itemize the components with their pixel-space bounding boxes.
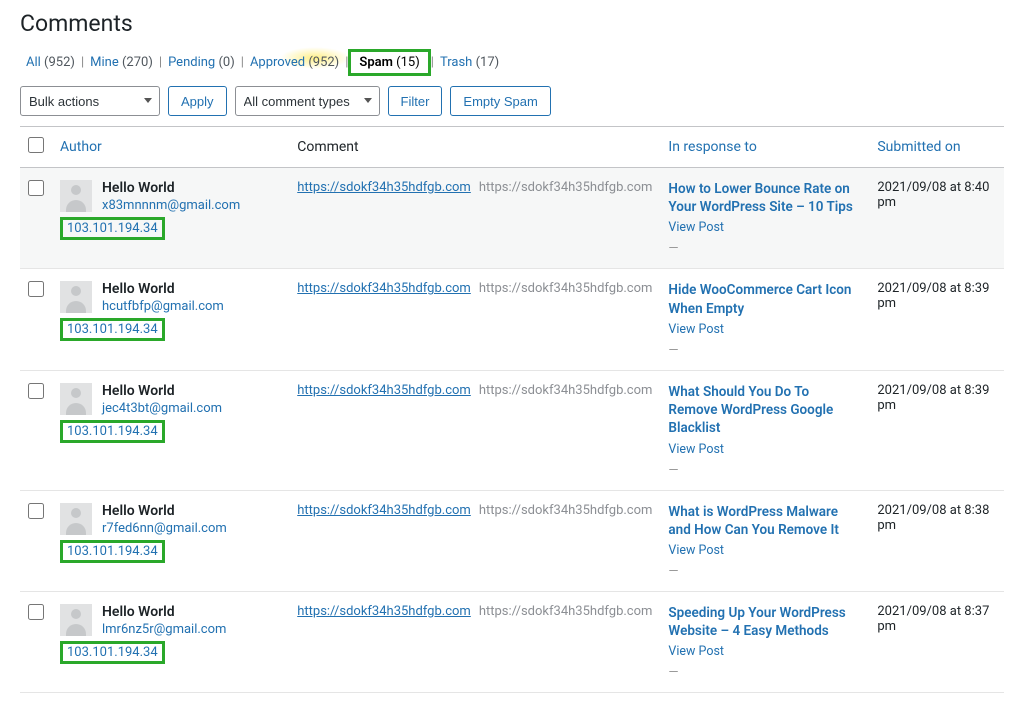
status-filters: All (952) | Mine (270) | Pending (0) | A… <box>20 49 1004 76</box>
filter-count: (0) <box>218 55 234 70</box>
post-title-link[interactable]: How to Lower Bounce Rate on Your WordPre… <box>668 180 861 216</box>
filter-count: (270) <box>122 55 153 70</box>
author-ip-link[interactable]: 103.101.194.34 <box>60 318 165 341</box>
submitted-date: 2021/09/08 at 8:39 pm <box>869 370 1004 490</box>
filter-pending[interactable]: Pending (0) <box>162 51 241 74</box>
submitted-date: 2021/09/08 at 8:37 pm <box>869 591 1004 692</box>
author-name: Hello World <box>102 604 175 620</box>
table-row: Hello World r7fed6nn@gmail.com 103.101.1… <box>20 490 1004 591</box>
comment-count-dash: — <box>668 241 861 256</box>
view-post-link[interactable]: View Post <box>668 322 861 337</box>
author-ip-link[interactable]: 103.101.194.34 <box>60 540 165 563</box>
comment-url-link[interactable]: https://sdokf34h35hdfgb.com <box>297 383 471 398</box>
author-name: Hello World <box>102 180 175 196</box>
comment-count-dash: — <box>668 564 861 579</box>
filter-label: Spam <box>359 55 393 70</box>
comment-count-dash: — <box>668 665 861 680</box>
post-title-link[interactable]: Speeding Up Your WordPress Website – 4 E… <box>668 604 861 640</box>
post-title-link[interactable]: What is WordPress Malware and How Can Yo… <box>668 503 861 539</box>
author-name: Hello World <box>102 281 175 297</box>
filter-count: (15) <box>396 55 420 70</box>
author-email-link[interactable]: r7fed6nn@gmail.com <box>102 521 227 536</box>
table-row: Hello World jec4t3bt@gmail.com 103.101.1… <box>20 370 1004 490</box>
avatar <box>60 180 92 212</box>
comment-url-plain: https://sdokf34h35hdfgb.com <box>479 383 653 398</box>
filter-label: Approved <box>250 55 305 70</box>
filter-count: (952) <box>44 55 75 70</box>
filter-label: All <box>26 55 41 70</box>
comment-url-plain: https://sdokf34h35hdfgb.com <box>479 604 653 619</box>
avatar <box>60 281 92 313</box>
row-checkbox[interactable] <box>28 383 44 399</box>
bulk-actions-select[interactable]: Bulk actions <box>20 86 160 116</box>
filter-all[interactable]: All (952) <box>20 51 81 74</box>
author-email-link[interactable]: lmr6nz5r@gmail.com <box>102 622 226 637</box>
col-header-date[interactable]: Submitted on <box>869 127 1004 168</box>
comment-url-plain: https://sdokf34h35hdfgb.com <box>479 503 653 518</box>
filter-spam[interactable]: Spam (15) <box>348 49 430 76</box>
author-ip-link[interactable]: 103.101.194.34 <box>60 641 165 664</box>
filter-count: (952) <box>308 55 339 70</box>
comment-url-link[interactable]: https://sdokf34h35hdfgb.com <box>297 180 471 195</box>
submitted-date: 2021/09/08 at 8:39 pm <box>869 269 1004 370</box>
comment-count-dash: — <box>668 343 861 358</box>
filter-button[interactable]: Filter <box>388 86 443 116</box>
table-row: Hello World hcutfbfp@gmail.com 103.101.1… <box>20 269 1004 370</box>
comment-types-select[interactable]: All comment types <box>235 86 380 116</box>
col-header-response[interactable]: In response to <box>660 127 869 168</box>
author-name: Hello World <box>102 503 175 519</box>
author-email-link[interactable]: jec4t3bt@gmail.com <box>102 401 222 416</box>
filter-approved[interactable]: Approved (952) <box>244 51 345 74</box>
author-name: Hello World <box>102 383 175 399</box>
filter-label: Mine <box>90 55 119 70</box>
comment-url-link[interactable]: https://sdokf34h35hdfgb.com <box>297 604 471 619</box>
comment-url-link[interactable]: https://sdokf34h35hdfgb.com <box>297 281 471 296</box>
empty-spam-button[interactable]: Empty Spam <box>450 86 550 116</box>
author-email-link[interactable]: hcutfbfp@gmail.com <box>102 299 224 314</box>
view-post-link[interactable]: View Post <box>668 543 861 558</box>
col-header-author[interactable]: Author <box>52 127 289 168</box>
avatar <box>60 604 92 636</box>
comment-count-dash: — <box>668 463 861 478</box>
col-header-comment: Comment <box>289 127 660 168</box>
page-title: Comments <box>20 10 1004 37</box>
filter-mine[interactable]: Mine (270) <box>84 51 159 74</box>
comment-url-link[interactable]: https://sdokf34h35hdfgb.com <box>297 503 471 518</box>
author-email-link[interactable]: x83mnnnm@gmail.com <box>102 198 240 213</box>
row-checkbox[interactable] <box>28 281 44 297</box>
filter-label: Pending <box>168 55 215 70</box>
filter-label: Trash <box>440 55 472 70</box>
view-post-link[interactable]: View Post <box>668 442 861 457</box>
post-title-link[interactable]: What Should You Do To Remove WordPress G… <box>668 383 861 438</box>
avatar <box>60 383 92 415</box>
avatar <box>60 503 92 535</box>
comments-table: Author Comment In response to Submitted … <box>20 126 1004 693</box>
submitted-date: 2021/09/08 at 8:40 pm <box>869 168 1004 269</box>
filter-trash[interactable]: Trash (17) <box>434 51 505 74</box>
author-ip-link[interactable]: 103.101.194.34 <box>60 217 165 240</box>
post-title-link[interactable]: Hide WooCommerce Cart Icon When Empty <box>668 281 861 317</box>
view-post-link[interactable]: View Post <box>668 644 861 659</box>
table-row: Hello World x83mnnnm@gmail.com 103.101.1… <box>20 168 1004 269</box>
view-post-link[interactable]: View Post <box>668 220 861 235</box>
comment-url-plain: https://sdokf34h35hdfgb.com <box>479 281 653 296</box>
select-all-checkbox[interactable] <box>28 137 44 153</box>
row-checkbox[interactable] <box>28 180 44 196</box>
table-actions: Bulk actions Apply All comment types Fil… <box>20 86 1004 116</box>
comment-url-plain: https://sdokf34h35hdfgb.com <box>479 180 653 195</box>
filter-count: (17) <box>476 55 500 70</box>
submitted-date: 2021/09/08 at 8:38 pm <box>869 490 1004 591</box>
row-checkbox[interactable] <box>28 503 44 519</box>
author-ip-link[interactable]: 103.101.194.34 <box>60 420 165 443</box>
apply-button[interactable]: Apply <box>168 86 227 116</box>
table-row: Hello World lmr6nz5r@gmail.com 103.101.1… <box>20 591 1004 692</box>
row-checkbox[interactable] <box>28 604 44 620</box>
